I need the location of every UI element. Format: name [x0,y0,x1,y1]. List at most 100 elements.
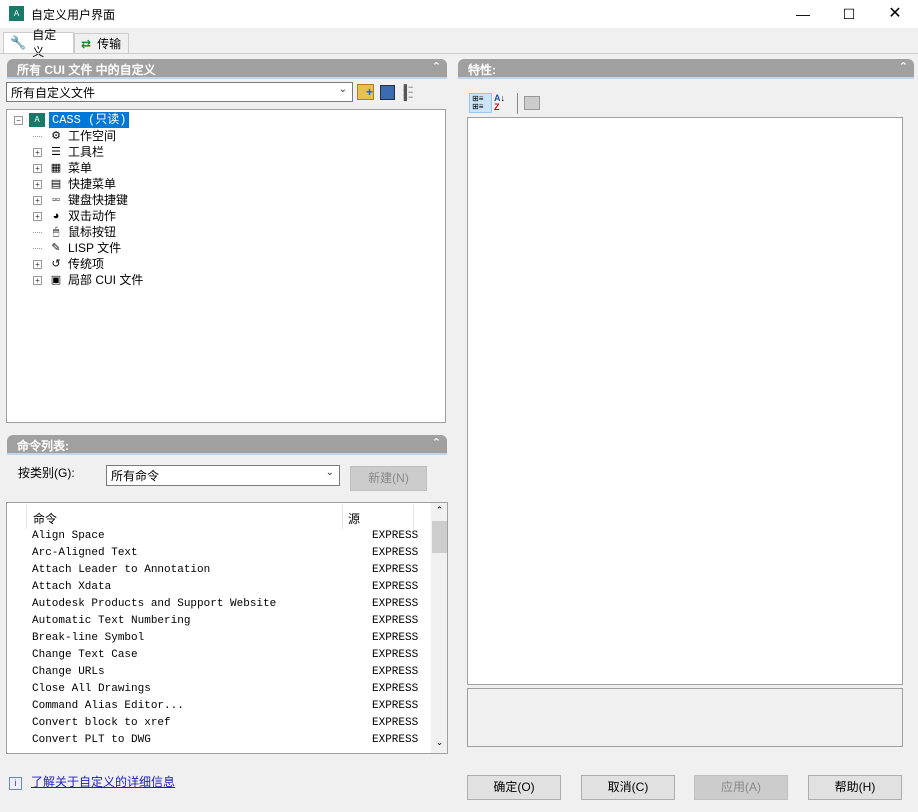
save-icon[interactable] [380,85,395,100]
sort-alphabetical-icon[interactable]: A↓ Z [494,94,505,112]
command-row[interactable]: Arc-Aligned Text EXPRESS [32,545,418,562]
column-header-command[interactable]: 命令 [33,510,57,527]
tree-item-label: 菜单 [68,161,93,175]
command-name: Break-line Symbol [32,632,145,644]
tree-item[interactable]: + ↺ 传统项 [33,256,104,272]
command-source: EXPRESS [372,734,419,746]
tree-item[interactable]: + ☰ 工具栏 [33,144,104,160]
command-name: Close All Drawings [32,683,151,695]
gears-icon: ⚙ [51,130,61,142]
collapse-icon[interactable]: ⌃ [432,60,441,73]
expand-node-icon[interactable]: + [33,179,42,189]
tree-item[interactable]: + ▤ 快捷菜单 [33,176,116,192]
tree-connector [33,231,42,233]
properties-panel-header: 特性: ⌃ [458,59,914,79]
command-source: EXPRESS [372,717,419,729]
tree-item-label: 工作空间 [68,129,117,143]
tree-item-label: LISP 文件 [68,241,122,255]
command-list[interactable]: 命令 源 Align Space EXPRESS Arc-Aligned Text E… [6,502,448,754]
tree-item-label: 双击动作 [68,209,117,223]
ok-button[interactable]: 确定(O) [467,775,561,800]
tab-label: 传输 [97,37,122,51]
wrench-icon: 🔧 [10,35,27,50]
scrollbar-thumb[interactable] [432,521,447,553]
tree-item-label: 键盘快捷键 [68,193,129,207]
tree-item-label: 传统项 [68,257,105,271]
property-description [467,688,903,747]
collapse-icon[interactable]: ⌃ [899,60,908,73]
expand-node-icon[interactable]: + [33,275,42,285]
cui-file-select[interactable]: 所有自定义文件 ⌄ [6,82,353,102]
filter-label: 按类别(G): [18,466,75,480]
command-source: EXPRESS [372,615,419,627]
command-row[interactable]: Convert block to xref EXPRESS [32,715,418,732]
categorized-view-icon[interactable]: ⊞≡ ⊞≡ [469,93,492,113]
category-filter-select[interactable]: 所有命令 ⌄ [106,465,340,486]
tree-connector [33,247,42,249]
collapse-node-icon[interactable]: − [14,115,23,125]
command-row[interactable]: Close All Drawings EXPRESS [32,681,418,698]
command-row[interactable]: Change Text Case EXPRESS [32,647,418,664]
command-name: Automatic Text Numbering [32,615,191,627]
maximize-button[interactable]: ☐ [826,0,872,28]
command-source: EXPRESS [372,649,419,661]
command-row[interactable]: Attach Leader to Annotation EXPRESS [32,562,418,579]
tree-item[interactable]: 🖱 鼠标按钮 [33,224,116,240]
open-file-icon[interactable]: + [357,84,374,100]
vertical-scrollbar[interactable]: ⌃ ⌄ [431,503,447,753]
scroll-down-icon[interactable]: ⌄ [431,737,447,748]
chevron-down-icon: ⌄ [325,467,334,478]
command-source: EXPRESS [372,547,419,559]
tree-item[interactable]: + ◕ 双击动作 [33,208,116,224]
command-name: Change URLs [32,666,105,678]
display-filters-icon[interactable]: ▮− ▮− ▮− [403,83,420,102]
command-row[interactable]: Convert PLT to DWG EXPRESS [32,732,418,749]
keyboard-icon: ▫▫ [52,194,60,206]
customization-tree[interactable]: − A CASS (只读) ⚙ 工作空间 + ☰ 工具栏 + ▦ 菜单 + ▤ 快捷菜单 + ▫▫ 键盘快… [6,109,446,423]
tree-item[interactable]: ⚙ 工作空间 [33,128,116,144]
expand-node-icon[interactable]: + [33,195,42,205]
command-source: EXPRESS [372,683,419,695]
command-row[interactable]: Break-line Symbol EXPRESS [32,630,418,647]
expand-node-icon[interactable]: + [33,147,42,157]
expand-node-icon[interactable]: + [33,259,42,269]
command-source: EXPRESS [372,700,419,712]
command-row[interactable]: Attach Xdata EXPRESS [32,579,418,596]
command-name: Arc-Aligned Text [32,547,138,559]
tree-item[interactable]: + ▦ 菜单 [33,160,92,176]
collapse-icon[interactable]: ⌃ [432,436,441,449]
shortcut-menu-icon: ▤ [50,178,62,190]
select-value: 所有自定义文件 [11,86,96,100]
tree-item[interactable]: ✎ LISP 文件 [33,240,121,256]
tab-label: 自定义 [32,28,57,59]
window-title: 自定义用户界面 [31,8,116,22]
tree-item[interactable]: + ▫▫ 键盘快捷键 [33,192,128,208]
command-row[interactable]: Align Space EXPRESS [32,528,418,545]
properties-grid[interactable] [467,117,903,685]
learn-more-link[interactable]: 了解关于自定义的详细信息 [31,773,175,790]
column-header-source[interactable]: 源 [348,510,360,527]
property-pages-icon[interactable] [524,96,540,110]
close-button[interactable]: ✕ [872,0,918,28]
apply-button[interactable]: 应用(A) [694,775,788,800]
minimize-button[interactable]: — [780,0,826,28]
expand-node-icon[interactable]: + [33,211,42,221]
tree-root[interactable]: − A CASS (只读) [14,112,130,128]
panel-title: 特性: [468,63,496,77]
cancel-button[interactable]: 取消(C) [581,775,675,800]
command-source: EXPRESS [372,530,419,542]
help-button[interactable]: 帮助(H) [808,775,902,800]
command-row[interactable]: Change URLs EXPRESS [32,664,418,681]
command-name: Attach Xdata [32,581,112,593]
scroll-up-icon[interactable]: ⌃ [431,505,447,516]
command-name: Convert block to xref [32,717,171,729]
tab-transfer[interactable]: ⇄ 传输 [74,33,129,53]
tab-customize[interactable]: 🔧 自定义 [3,28,74,59]
new-command-button[interactable]: 新建(N) [350,466,427,491]
tree-item[interactable]: + ▣ 局部 CUI 文件 [33,272,143,288]
expand-node-icon[interactable]: + [33,163,42,173]
transfer-arrows-icon: ⇄ [81,36,92,51]
command-row[interactable]: Automatic Text Numbering EXPRESS [32,613,418,630]
command-row[interactable]: Autodesk Products and Support Website EXP… [32,596,418,613]
command-row[interactable]: Command Alias Editor... EXPRESS [32,698,418,715]
